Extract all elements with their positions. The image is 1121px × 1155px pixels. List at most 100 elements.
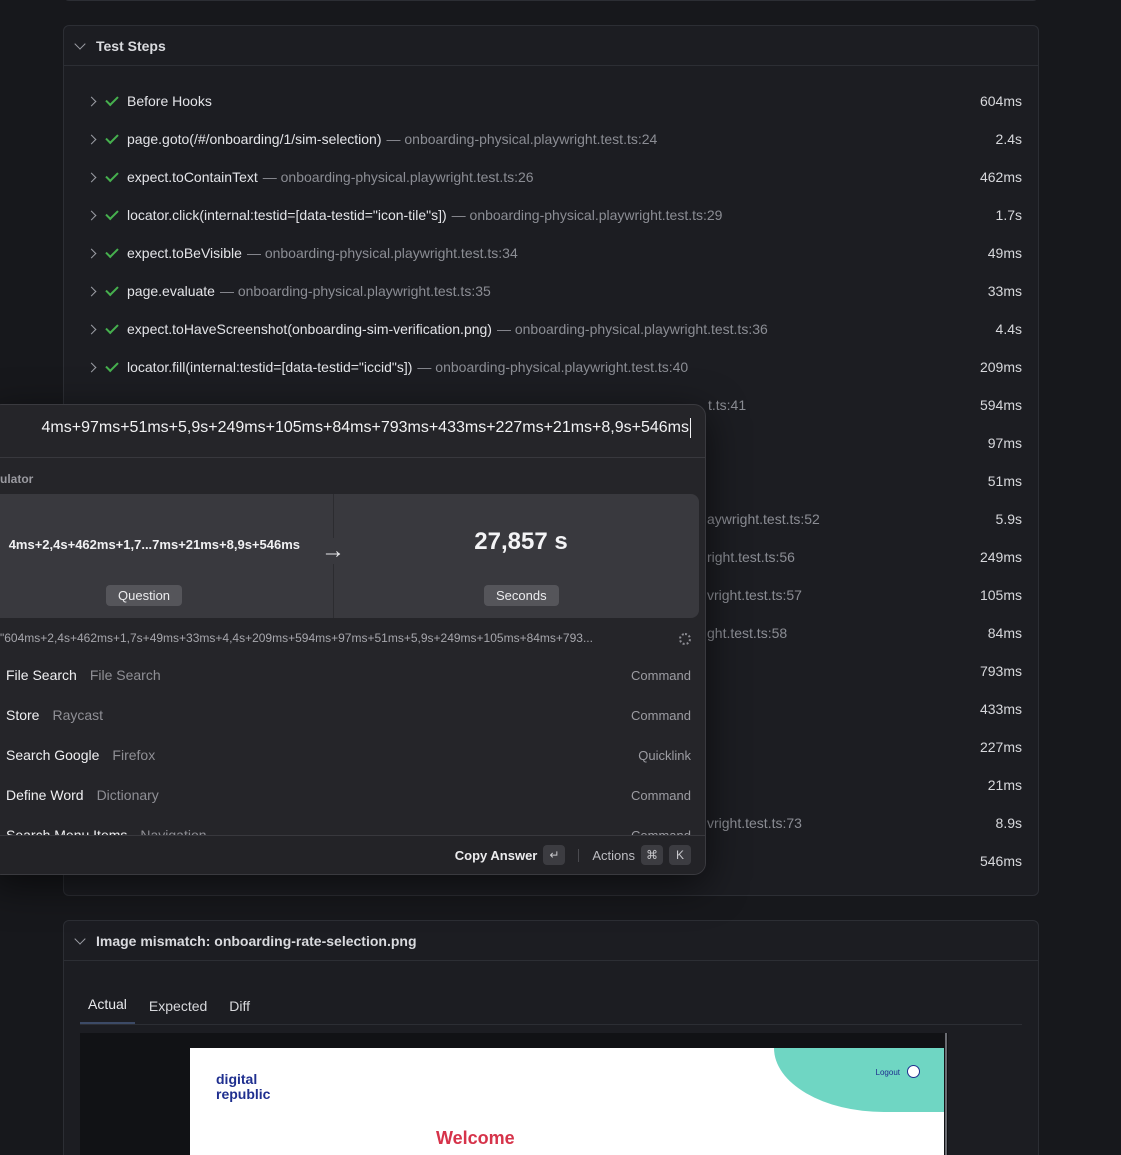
search-input[interactable]: 4ms+97ms+51ms+5,9s+249ms+105ms+84ms+793m…	[42, 418, 691, 438]
chevron-right-icon	[86, 96, 97, 106]
raycast-window: 4ms+97ms+51ms+5,9s+249ms+105ms+84ms+793m…	[0, 404, 706, 875]
step-duration: 793ms	[979, 663, 1022, 679]
calc-answer: 27,857 s	[474, 528, 568, 555]
step-title: page.goto(/#/onboarding/1/sim-selection)	[127, 131, 382, 147]
actions-button[interactable]: Actions	[592, 848, 635, 863]
step-title: locator.click(internal:testid=[data-test…	[127, 207, 447, 223]
item-title: Store	[6, 707, 40, 723]
image-viewer: digital republic Logout Welcome	[80, 1033, 948, 1155]
calculator-result[interactable]: 4ms+2,4s+462ms+1,7...7ms+21ms+8,9s+546ms…	[0, 494, 699, 618]
step-location: — onboarding-physical.playwright.test.ts…	[219, 283, 491, 299]
step-duration: 84ms	[987, 625, 1022, 641]
tab-expected[interactable]: Expected	[141, 998, 215, 1024]
chevron-right-icon	[86, 286, 97, 296]
item-kind: Command	[631, 787, 691, 803]
step-location: vright.test.ts:57	[707, 587, 802, 603]
item-subtitle: Raycast	[52, 707, 104, 723]
list-item[interactable]: Search Menu Items Navigation Command	[0, 815, 705, 837]
brand-line: republic	[216, 1086, 271, 1102]
copy-answer-button[interactable]: Copy Answer	[455, 848, 538, 863]
step-duration: 227ms	[979, 739, 1022, 755]
image-mismatch-title: Image mismatch: onboarding-rate-selectio…	[96, 932, 417, 949]
check-icon	[105, 168, 119, 183]
step-location: — onboarding-physical.playwright.test.ts…	[246, 245, 518, 261]
step-duration: 5.9s	[995, 511, 1022, 527]
step-row[interactable]: expect.toHaveScreenshot(onboarding-sim-v…	[86, 310, 1022, 348]
screenshot-preview: digital republic Logout Welcome	[190, 1048, 944, 1155]
action-bar: Copy Answer ↵ Actions ⌘ K	[0, 835, 705, 874]
chevron-right-icon	[86, 324, 97, 334]
calc-question: 4ms+2,4s+462ms+1,7...7ms+21ms+8,9s+546ms	[8, 537, 300, 552]
unit-tag: Seconds	[484, 585, 559, 606]
tab-actual[interactable]: Actual	[80, 996, 135, 1024]
previous-panel	[63, 0, 1039, 1]
k-key-icon: K	[669, 845, 691, 865]
step-duration: 4.4s	[995, 321, 1022, 337]
step-row[interactable]: locator.click(internal:testid=[data-test…	[86, 196, 1022, 234]
test-steps-header[interactable]: Test Steps	[64, 26, 1038, 66]
step-location: ght.test.ts:58	[707, 625, 788, 641]
chevron-right-icon	[86, 210, 97, 220]
step-location: — onboarding-physical.playwright.test.ts…	[417, 359, 689, 375]
check-icon	[105, 92, 119, 107]
step-duration: 546ms	[979, 853, 1022, 869]
chevron-right-icon	[86, 362, 97, 372]
brand-line: digital	[216, 1071, 258, 1087]
chevron-right-icon	[86, 248, 97, 258]
step-duration: 462ms	[979, 169, 1022, 185]
image-mismatch-header[interactable]: Image mismatch: onboarding-rate-selectio…	[64, 921, 1038, 961]
gear-icon[interactable]	[679, 633, 691, 645]
step-row[interactable]: expect.toBeVisible — onboarding-physical…	[86, 234, 1022, 272]
step-location: — onboarding-physical.playwright.test.ts…	[262, 169, 534, 185]
command-key-icon: ⌘	[641, 845, 663, 865]
image-tabs: Actual Expected Diff	[80, 987, 1022, 1025]
check-icon	[105, 358, 119, 373]
step-duration: 49ms	[987, 245, 1022, 261]
step-row[interactable]: expect.toContainText — onboarding-physic…	[86, 158, 1022, 196]
list-item[interactable]: File Search File Search Command	[0, 655, 705, 695]
chevron-down-icon	[74, 37, 86, 50]
viewer-scrollbar[interactable]	[945, 1033, 947, 1155]
logout-link: Logout	[875, 1068, 900, 1077]
item-subtitle: Firefox	[112, 747, 156, 763]
image-mismatch-panel: Image mismatch: onboarding-rate-selectio…	[63, 920, 1039, 1155]
step-location: — onboarding-physical.playwright.test.ts…	[451, 207, 723, 223]
step-location: right.test.ts:56	[707, 549, 795, 565]
step-row[interactable]: page.goto(/#/onboarding/1/sim-selection)…	[86, 120, 1022, 158]
list-item[interactable]: Store Raycast Command	[0, 695, 705, 735]
item-kind: Command	[631, 707, 691, 723]
step-duration: 249ms	[979, 549, 1022, 565]
step-row[interactable]: page.evaluate — onboarding-physical.play…	[86, 272, 1022, 310]
step-row[interactable]: locator.fill(internal:testid=[data-testi…	[86, 348, 1022, 386]
step-title: expect.toBeVisible	[127, 245, 242, 261]
step-location: vright.test.ts:73	[707, 815, 802, 831]
list-item[interactable]: Define Word Dictionary Command	[0, 775, 705, 815]
step-row[interactable]: Before Hooks 604ms	[86, 82, 1022, 120]
check-icon	[105, 244, 119, 259]
search-bar[interactable]: 4ms+97ms+51ms+5,9s+249ms+105ms+84ms+793m…	[0, 405, 705, 458]
step-title: locator.fill(internal:testid=[data-testi…	[127, 359, 413, 375]
return-key-icon: ↵	[543, 845, 566, 865]
welcome-heading: Welcome	[436, 1128, 515, 1148]
item-subtitle: File Search	[89, 667, 161, 683]
step-duration: 33ms	[987, 283, 1022, 299]
tab-diff[interactable]: Diff	[221, 998, 258, 1024]
step-title: page.evaluate	[127, 283, 215, 299]
step-duration: 105ms	[979, 587, 1022, 603]
chevron-down-icon	[74, 932, 86, 945]
step-duration: 209ms	[979, 359, 1022, 375]
expression-line: "604ms+2,4s+462ms+1,7s+49ms+33ms+4,4s+20…	[0, 631, 593, 645]
logout-icon	[907, 1065, 920, 1078]
command-list: File Search File Search Command Store Ra…	[0, 655, 705, 837]
item-kind: Command	[631, 667, 691, 683]
check-icon	[105, 320, 119, 335]
item-title: File Search	[6, 667, 77, 683]
check-icon	[105, 282, 119, 297]
chevron-right-icon	[86, 134, 97, 144]
question-tag: Question	[106, 585, 183, 606]
item-title: Search Google	[6, 747, 100, 763]
step-location: aywright.test.ts:52	[707, 511, 820, 527]
list-item[interactable]: Search Google Firefox Quicklink	[0, 735, 705, 775]
step-title: Before Hooks	[127, 93, 212, 109]
step-duration: 21ms	[987, 777, 1022, 793]
